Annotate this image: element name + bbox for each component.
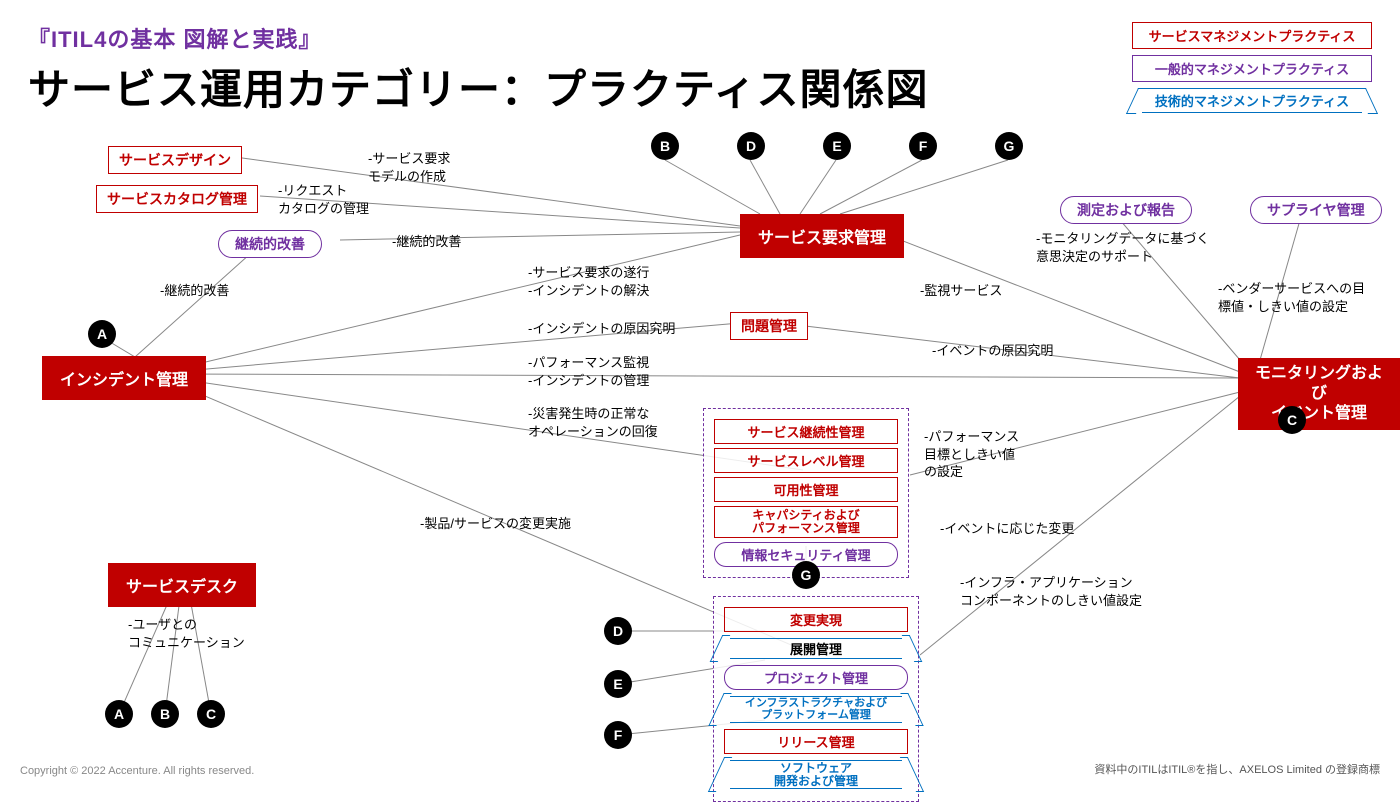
- label-mon-svc: -監視サービス: [920, 282, 1002, 300]
- legend: サービスマネジメントプラクティス 一般的マネジメントプラクティス 技術的マネジメ…: [1132, 22, 1372, 119]
- circle-B-top: B: [651, 132, 679, 160]
- label-infra-thresh: -インフラ・アプリケーション コンポーネントのしきい値設定: [960, 574, 1142, 609]
- circle-D-group: D: [604, 617, 632, 645]
- group-g-svc-level: サービスレベル管理: [714, 448, 898, 473]
- label-user-comm: -ユーザとの コミュニケーション: [128, 616, 245, 651]
- circle-C-monitoring: C: [1278, 406, 1306, 434]
- group-def: 変更実現 展開管理 プロジェクト管理 インフラストラクチャおよびプラットフォーム…: [713, 596, 919, 802]
- group-g-capacity-perf: キャパシティおよびパフォーマンス管理: [714, 506, 898, 538]
- node-service-catalog-mgmt: サービスカタログ管理: [96, 185, 258, 213]
- label-evt-change: -イベントに応じた変更: [940, 520, 1074, 538]
- group-def-infra: インフラストラクチャおよびプラットフォーム管理: [730, 696, 902, 723]
- circle-G-top: G: [995, 132, 1023, 160]
- label-perf-target: -パフォーマンス 目標としきい値 の設定: [924, 428, 1019, 481]
- label-perf-mon: -パフォーマンス監視 -インシデントの管理: [528, 354, 649, 389]
- label-prod-change: -製品/サービスの変更実施: [420, 515, 571, 533]
- label-svc-req-exec: -サービス要求の遂行 -インシデントの解決: [528, 264, 649, 299]
- circle-G-group: G: [792, 561, 820, 589]
- node-service-request-mgmt: サービス要求管理: [740, 214, 904, 258]
- label-cont-improve: -継続的改善: [392, 233, 461, 251]
- circle-E-top: E: [823, 132, 851, 160]
- node-problem-mgmt: 問題管理: [730, 312, 808, 340]
- group-def-deploy: 展開管理: [730, 638, 902, 659]
- node-monitoring-event-mgmt: モニタリングおよびイベント管理: [1238, 358, 1400, 430]
- node-incident-mgmt: インシデント管理: [42, 356, 206, 400]
- circle-E-group: E: [604, 670, 632, 698]
- group-def-project: プロジェクト管理: [724, 665, 908, 690]
- label-cont-improve2: -継続的改善: [160, 282, 229, 300]
- label-inc-cause: -インシデントの原因究明: [528, 320, 675, 338]
- node-service-design: サービスデザイン: [108, 146, 242, 174]
- group-g-svc-continuity: サービス継続性管理: [714, 419, 898, 444]
- circle-B-desk: B: [151, 700, 179, 728]
- label-req-catalog: -リクエスト カタログの管理: [278, 182, 369, 217]
- circle-F-top: F: [909, 132, 937, 160]
- circle-A-desk: A: [105, 700, 133, 728]
- node-continual-improvement: 継続的改善: [218, 230, 322, 258]
- circle-F-group: F: [604, 721, 632, 749]
- node-supplier-mgmt: サプライヤ管理: [1250, 196, 1382, 224]
- group-def-change: 変更実現: [724, 607, 908, 632]
- circle-C-desk: C: [197, 700, 225, 728]
- group-g: サービス継続性管理 サービスレベル管理 可用性管理 キャパシティおよびパフォーマ…: [703, 408, 909, 578]
- node-service-desk: サービスデスク: [108, 563, 256, 607]
- group-def-software: ソフトウェア開発および管理: [730, 760, 902, 789]
- label-evt-cause: -イベントの原因究明: [932, 342, 1053, 360]
- group-g-availability: 可用性管理: [714, 477, 898, 502]
- circle-A-incident: A: [88, 320, 116, 348]
- legend-general-mgmt: 一般的マネジメントプラクティス: [1132, 55, 1372, 82]
- label-mon-decision: -モニタリングデータに基づく 意思決定のサポート: [1036, 230, 1209, 265]
- slide-subtitle: 『ITIL4の基本 図解と実践』: [28, 22, 321, 54]
- label-vendor: -ベンダーサービスへの目 標値・しきい値の設定: [1218, 280, 1365, 315]
- legend-technical-mgmt: 技術的マネジメントプラクティス: [1155, 94, 1349, 109]
- legend-service-mgmt: サービスマネジメントプラクティス: [1132, 22, 1372, 49]
- group-def-release: リリース管理: [724, 729, 908, 754]
- footer-trademark: 資料中のITILはITIL®を指し、AXELOS Limited の登録商標: [1094, 761, 1380, 777]
- node-measurement-reporting: 測定および報告: [1060, 196, 1192, 224]
- footer-copyright: Copyright © 2022 Accenture. All rights r…: [20, 765, 254, 777]
- label-disaster: -災害発生時の正常な オペレーションの回復: [528, 405, 658, 440]
- label-svc-req-model: -サービス要求 モデルの作成: [368, 150, 450, 185]
- circle-D-top: D: [737, 132, 765, 160]
- slide-title: サービス運用カテゴリー：プラクティス関係図: [28, 56, 928, 117]
